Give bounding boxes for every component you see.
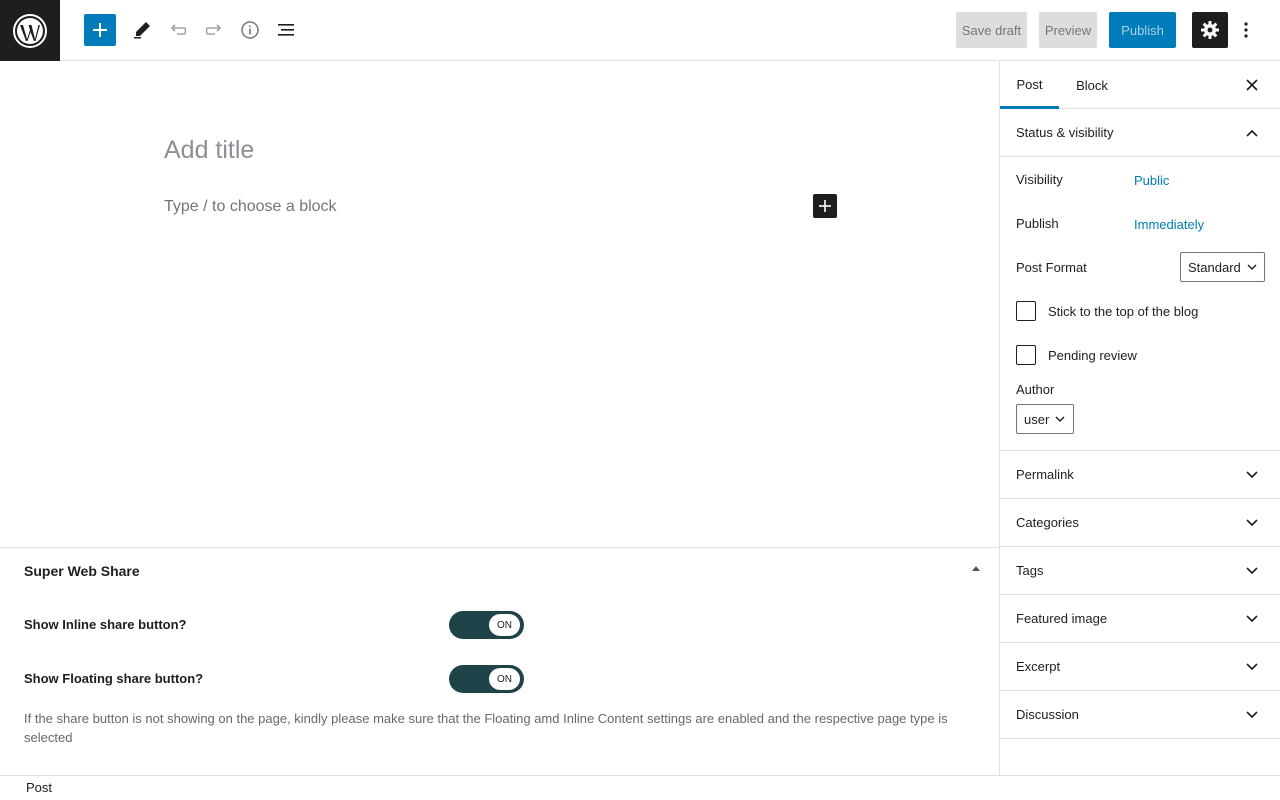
- floating-share-label: Show Floating share button?: [24, 671, 204, 686]
- list-view-button[interactable]: [270, 14, 302, 46]
- list-view-icon: [278, 24, 294, 36]
- more-options-button[interactable]: [1234, 14, 1258, 46]
- publish-date-link[interactable]: Immediately: [1134, 217, 1204, 232]
- chevron-down-icon: [1244, 467, 1260, 483]
- visibility-link[interactable]: Public: [1134, 173, 1169, 188]
- settings-sidebar: Post Block Status & visibility Visibilit…: [999, 61, 1280, 775]
- redo-button[interactable]: [198, 14, 230, 46]
- panel-excerpt[interactable]: Excerpt: [1000, 643, 1280, 691]
- pencil-icon: [134, 22, 150, 39]
- pending-review-label: Pending review: [1048, 348, 1137, 363]
- visibility-label: Visibility: [1016, 172, 1063, 187]
- undo-button[interactable]: [162, 14, 194, 46]
- panel-status-visibility[interactable]: Status & visibility: [1000, 109, 1280, 157]
- post-format-select[interactable]: Standard: [1180, 252, 1265, 282]
- sidebar-tabs: Post Block: [1000, 61, 1280, 109]
- metabox-title: Super Web Share: [24, 563, 140, 579]
- redo-icon: [205, 24, 222, 35]
- info-icon: [241, 21, 259, 39]
- details-button[interactable]: [234, 14, 266, 46]
- chevron-down-icon: [1244, 659, 1260, 675]
- panel-featured-image[interactable]: Featured image: [1000, 595, 1280, 643]
- panel-title: Excerpt: [1016, 659, 1061, 674]
- author-label: Author: [1016, 382, 1055, 397]
- publish-label: Publish: [1016, 216, 1059, 231]
- chevron-down-icon: [1244, 563, 1260, 579]
- vertical-ellipsis-icon: [1244, 22, 1248, 38]
- wordpress-logo-icon[interactable]: [0, 0, 60, 61]
- panel-title: Tags: [1016, 563, 1044, 578]
- inline-share-label: Show Inline share button?: [24, 617, 187, 632]
- panel-discussion[interactable]: Discussion: [1000, 691, 1280, 739]
- sticky-label: Stick to the top of the blog: [1048, 304, 1199, 319]
- metabox-note: If the share button is not showing on th…: [24, 711, 948, 745]
- chevron-down-icon: [1055, 416, 1065, 422]
- panel-tags[interactable]: Tags: [1000, 547, 1280, 595]
- editor-canvas: Add title Type / to choose a block: [0, 61, 999, 548]
- inline-add-block-button[interactable]: [813, 194, 837, 218]
- floating-share-toggle[interactable]: ON: [449, 665, 524, 693]
- chevron-down-icon: [1244, 515, 1260, 531]
- edit-tool-button[interactable]: [126, 14, 158, 46]
- sticky-checkbox[interactable]: [1016, 301, 1036, 321]
- post-format-value: Standard: [1188, 259, 1241, 275]
- plus-icon: [93, 23, 107, 37]
- publish-button[interactable]: Publish: [1109, 12, 1176, 48]
- panel-permalink[interactable]: Permalink: [1000, 451, 1280, 499]
- pending-review-checkbox[interactable]: [1016, 345, 1036, 365]
- chevron-up-icon: [1244, 125, 1260, 141]
- panel-title: Permalink: [1016, 467, 1074, 482]
- panel-title: Discussion: [1016, 707, 1079, 722]
- post-title-input[interactable]: Add title: [164, 136, 254, 165]
- inline-share-toggle[interactable]: ON: [449, 611, 524, 639]
- panel-title: Featured image: [1016, 611, 1108, 626]
- gear-icon: [1201, 21, 1219, 39]
- tab-block[interactable]: Block: [1059, 61, 1125, 109]
- author-value: user: [1024, 411, 1050, 427]
- editor-footer: Post: [0, 775, 1280, 800]
- author-select[interactable]: user: [1016, 404, 1074, 434]
- panel-title: Status & visibility: [1016, 125, 1114, 140]
- close-icon: [1246, 79, 1258, 91]
- collapse-arrow-icon[interactable]: [972, 566, 980, 571]
- panel-title: Categories: [1016, 515, 1079, 530]
- plus-icon: [819, 200, 831, 212]
- panel-categories[interactable]: Categories: [1000, 499, 1280, 547]
- status-visibility-body: Visibility Public Publish Immediately Po…: [1000, 157, 1280, 451]
- undo-icon: [170, 24, 187, 35]
- toggle-state: ON: [489, 668, 520, 690]
- post-format-label: Post Format: [1016, 260, 1087, 275]
- settings-button[interactable]: [1192, 12, 1228, 48]
- breadcrumb[interactable]: Post: [26, 780, 52, 795]
- tab-post[interactable]: Post: [1000, 61, 1059, 109]
- add-block-button[interactable]: [84, 14, 116, 46]
- save-draft-button[interactable]: Save draft: [956, 12, 1027, 48]
- top-toolbar: Save draft Preview Publish: [0, 0, 1280, 61]
- chevron-down-icon: [1244, 611, 1260, 627]
- preview-button[interactable]: Preview: [1039, 12, 1097, 48]
- chevron-down-icon: [1247, 264, 1257, 270]
- super-web-share-metabox: Super Web Share Show Inline share button…: [0, 547, 999, 775]
- block-placeholder[interactable]: Type / to choose a block: [164, 198, 337, 216]
- chevron-down-icon: [1244, 707, 1260, 723]
- toggle-state: ON: [489, 614, 520, 636]
- close-sidebar-button[interactable]: [1240, 75, 1264, 95]
